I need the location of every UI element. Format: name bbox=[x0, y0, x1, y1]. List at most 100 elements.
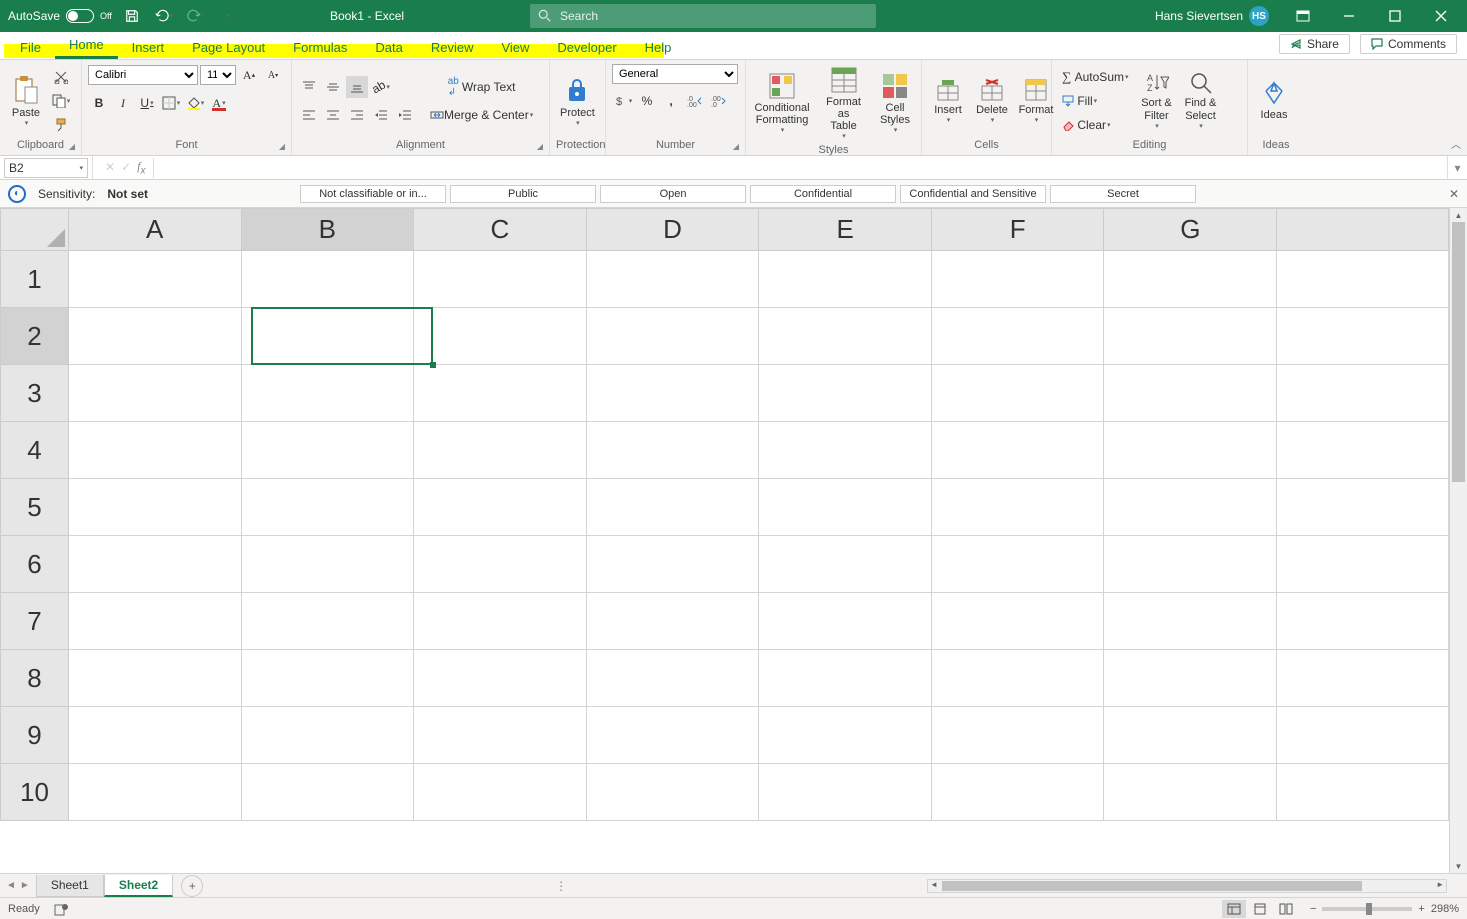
cell[interactable] bbox=[759, 764, 932, 821]
cell[interactable] bbox=[759, 479, 932, 536]
row-header[interactable]: 6 bbox=[1, 536, 69, 593]
cell[interactable] bbox=[1277, 251, 1449, 308]
fx-button[interactable]: fx bbox=[137, 159, 145, 176]
autosave-toggle[interactable]: AutoSave Off bbox=[8, 9, 112, 23]
prev-sheet-button[interactable]: ◄ bbox=[6, 880, 16, 891]
cell[interactable] bbox=[414, 650, 587, 707]
fill-button[interactable]: Fill▾ bbox=[1058, 90, 1133, 112]
tab-insert[interactable]: Insert bbox=[118, 36, 179, 59]
cell[interactable] bbox=[1277, 707, 1449, 764]
next-sheet-button[interactable]: ► bbox=[20, 880, 30, 891]
tab-home[interactable]: Home bbox=[55, 33, 118, 59]
cell[interactable] bbox=[241, 479, 414, 536]
cell[interactable] bbox=[1277, 422, 1449, 479]
fill-handle[interactable] bbox=[430, 362, 436, 368]
orientation-button[interactable]: ab▾ bbox=[370, 76, 392, 98]
cell[interactable] bbox=[68, 593, 241, 650]
tab-view[interactable]: View bbox=[487, 36, 543, 59]
cell[interactable] bbox=[586, 479, 759, 536]
align-top-button[interactable] bbox=[298, 76, 320, 98]
scrollbar-thumb[interactable] bbox=[1452, 222, 1465, 482]
borders-button[interactable]: ▾ bbox=[160, 92, 182, 114]
cell[interactable] bbox=[414, 536, 587, 593]
align-right-button[interactable] bbox=[346, 104, 368, 126]
cell[interactable] bbox=[586, 308, 759, 365]
formula-input[interactable] bbox=[153, 158, 1447, 178]
merge-center-button[interactable]: Merge & Center▾ bbox=[426, 104, 537, 126]
search-box[interactable] bbox=[530, 4, 876, 28]
worksheet-grid[interactable]: A B C D E F G 1 2 3 4 5 6 7 8 9 10 bbox=[0, 208, 1449, 821]
sensitivity-option[interactable]: Not classifiable or in... bbox=[300, 185, 446, 203]
cell[interactable] bbox=[1104, 251, 1277, 308]
sensitivity-option[interactable]: Secret bbox=[1050, 185, 1196, 203]
cell[interactable] bbox=[414, 251, 587, 308]
cell[interactable] bbox=[414, 707, 587, 764]
column-header[interactable]: B bbox=[241, 209, 414, 251]
enter-formula-button[interactable]: ✓ bbox=[121, 160, 131, 174]
close-button[interactable] bbox=[1419, 0, 1463, 32]
bold-button[interactable]: B bbox=[88, 92, 110, 114]
tab-data[interactable]: Data bbox=[361, 36, 416, 59]
cell[interactable] bbox=[1104, 536, 1277, 593]
cell[interactable] bbox=[759, 650, 932, 707]
format-cells-button[interactable]: Format▾ bbox=[1016, 76, 1056, 126]
cell[interactable] bbox=[68, 308, 241, 365]
cell[interactable] bbox=[586, 650, 759, 707]
column-header[interactable]: C bbox=[414, 209, 587, 251]
delete-cells-button[interactable]: Delete▾ bbox=[972, 76, 1012, 126]
cell[interactable] bbox=[586, 251, 759, 308]
zoom-slider[interactable] bbox=[1322, 907, 1412, 911]
cell[interactable] bbox=[586, 764, 759, 821]
cell[interactable] bbox=[414, 422, 587, 479]
increase-decimal-button[interactable]: .0.00 bbox=[684, 90, 706, 112]
cut-button[interactable] bbox=[50, 66, 72, 88]
cell[interactable] bbox=[1104, 707, 1277, 764]
zoom-in-button[interactable]: + bbox=[1418, 903, 1424, 915]
sensitivity-option[interactable]: Open bbox=[600, 185, 746, 203]
new-sheet-button[interactable]: + bbox=[181, 875, 203, 897]
format-as-table-button[interactable]: Format asTable▾ bbox=[816, 64, 871, 142]
cell[interactable] bbox=[1104, 764, 1277, 821]
column-header[interactable]: F bbox=[931, 209, 1104, 251]
select-all-corner[interactable] bbox=[1, 209, 69, 251]
expand-formula-bar[interactable]: ▾ bbox=[1447, 156, 1467, 179]
cell[interactable] bbox=[759, 251, 932, 308]
cell[interactable] bbox=[759, 707, 932, 764]
save-button[interactable] bbox=[120, 4, 144, 28]
cell[interactable] bbox=[586, 422, 759, 479]
cell[interactable] bbox=[759, 365, 932, 422]
cell[interactable] bbox=[931, 650, 1104, 707]
cell[interactable] bbox=[931, 308, 1104, 365]
font-name-combo[interactable]: Calibri bbox=[88, 65, 198, 85]
cell[interactable] bbox=[1277, 650, 1449, 707]
cell[interactable] bbox=[68, 365, 241, 422]
autosum-button[interactable]: ∑ AutoSum▾ bbox=[1058, 66, 1133, 88]
cell[interactable] bbox=[1104, 422, 1277, 479]
cell[interactable] bbox=[1104, 593, 1277, 650]
cell[interactable] bbox=[931, 536, 1104, 593]
cell[interactable] bbox=[586, 536, 759, 593]
cell[interactable] bbox=[1277, 593, 1449, 650]
cell[interactable] bbox=[759, 308, 932, 365]
sort-filter-button[interactable]: AZ Sort &Filter▾ bbox=[1137, 69, 1177, 131]
sheet-tab[interactable]: Sheet2 bbox=[104, 875, 173, 897]
conditional-formatting-button[interactable]: ConditionalFormatting▾ bbox=[752, 70, 812, 136]
align-middle-button[interactable] bbox=[322, 76, 344, 98]
cell[interactable] bbox=[1277, 308, 1449, 365]
cell[interactable] bbox=[759, 536, 932, 593]
column-header[interactable]: A bbox=[68, 209, 241, 251]
cell-styles-button[interactable]: CellStyles▾ bbox=[875, 70, 915, 136]
increase-font-button[interactable]: A▴ bbox=[238, 64, 260, 86]
cell[interactable] bbox=[586, 707, 759, 764]
cell[interactable] bbox=[414, 764, 587, 821]
number-format-combo[interactable]: General bbox=[612, 64, 738, 84]
column-header[interactable] bbox=[1277, 209, 1449, 251]
row-header[interactable]: 9 bbox=[1, 707, 69, 764]
row-header[interactable]: 1 bbox=[1, 251, 69, 308]
tab-formulas[interactable]: Formulas bbox=[279, 36, 361, 59]
cell[interactable] bbox=[241, 764, 414, 821]
format-painter-button[interactable] bbox=[50, 114, 72, 136]
cell[interactable] bbox=[68, 764, 241, 821]
cell[interactable] bbox=[931, 365, 1104, 422]
horizontal-scrollbar[interactable]: ◄ ► bbox=[927, 879, 1447, 893]
